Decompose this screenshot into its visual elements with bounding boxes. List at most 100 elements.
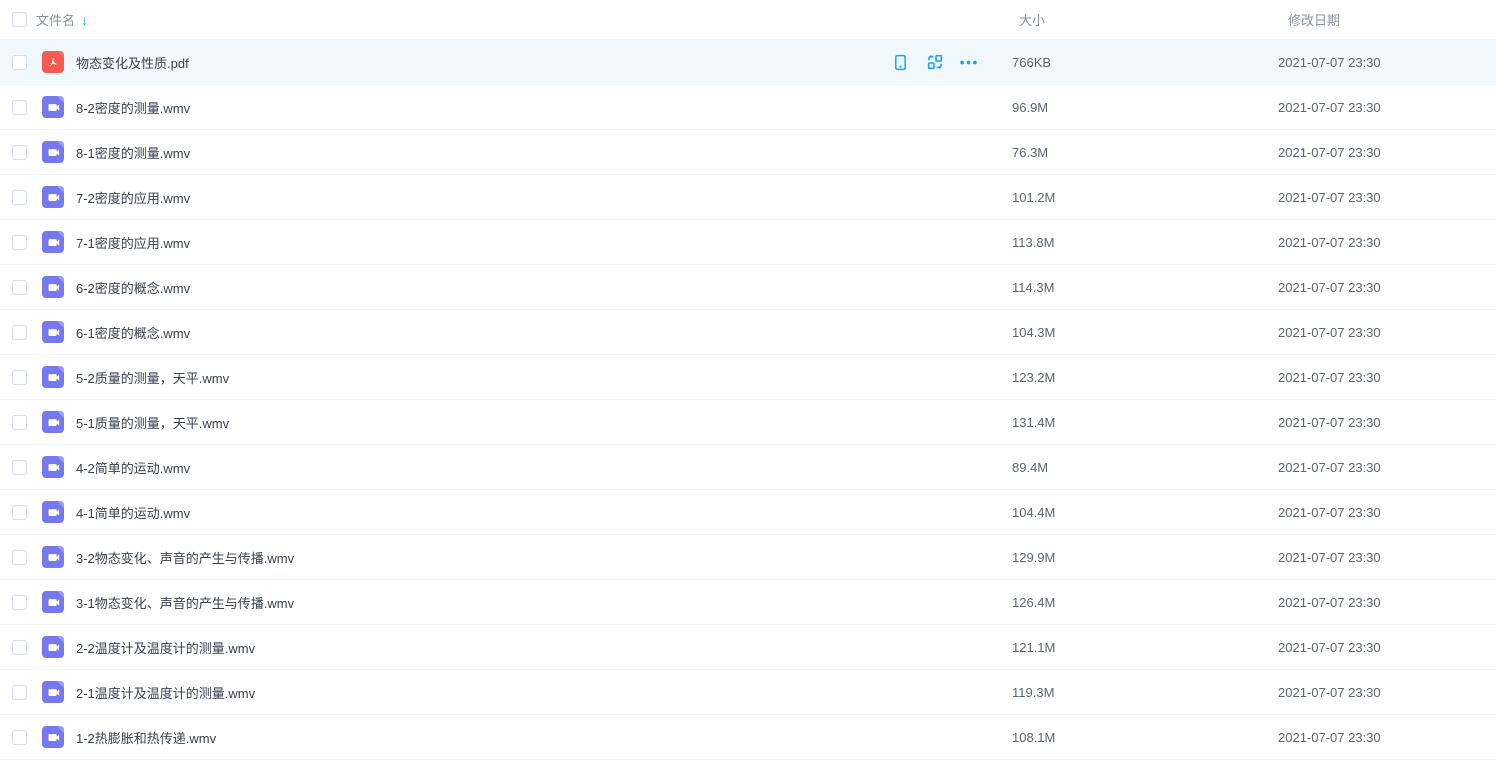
row-checkbox[interactable] [12,550,27,565]
icon-fold-corner [57,681,64,688]
table-row[interactable]: 6-2密度的概念.wmv 114.3M 2021-07-07 23:30 [0,265,1496,310]
file-name[interactable]: 3-2物态变化、声音的产生与传播.wmv [76,548,294,567]
row-checkbox[interactable] [12,595,27,610]
file-name[interactable]: 8-1密度的测量.wmv [76,143,190,162]
file-date: 2021-07-07 23:30 [1275,100,1496,115]
table-row[interactable]: 物态变化及性质.pdf [0,40,1496,85]
video-file-icon [42,231,64,253]
video-file-icon [42,141,64,163]
table-row[interactable]: 5-1质量的测量，天平.wmv 131.4M 2021-07-07 23:30 [0,400,1496,445]
file-name[interactable]: 5-2质量的测量，天平.wmv [76,368,229,387]
transfer-icon[interactable] [926,54,943,71]
file-size: 89.4M [1006,460,1275,475]
row-checkbox[interactable] [12,55,27,70]
row-checkbox[interactable] [12,685,27,700]
row-checkbox[interactable] [12,370,27,385]
row-checkbox[interactable] [12,235,27,250]
table-row[interactable]: 7-2密度的应用.wmv 101.2M 2021-07-07 23:30 [0,175,1496,220]
row-checkbox[interactable] [12,415,27,430]
video-file-icon [42,726,64,748]
file-date: 2021-07-07 23:30 [1275,145,1496,160]
row-checkbox[interactable] [12,145,27,160]
table-row[interactable]: 8-2密度的测量.wmv 96.9M 2021-07-07 23:30 [0,85,1496,130]
select-all-checkbox[interactable] [12,12,27,27]
file-size: 121.1M [1006,640,1275,655]
file-name[interactable]: 6-2密度的概念.wmv [76,278,190,297]
table-row[interactable]: 3-2物态变化、声音的产生与传播.wmv 129.9M 2021-07-07 2… [0,535,1496,580]
table-row[interactable]: 4-2简单的运动.wmv 89.4M 2021-07-07 23:30 [0,445,1496,490]
file-list: 物态变化及性质.pdf [0,40,1496,760]
phone-icon[interactable] [892,54,909,71]
icon-fold-corner [57,231,64,238]
icon-fold-corner [57,321,64,328]
file-date: 2021-07-07 23:30 [1275,55,1496,70]
file-name[interactable]: 物态变化及性质.pdf [76,53,189,72]
video-file-icon [42,411,64,433]
table-row[interactable]: 5-2质量的测量，天平.wmv 123.2M 2021-07-07 23:30 [0,355,1496,400]
video-file-icon [42,546,64,568]
table-row[interactable]: 8-1密度的测量.wmv 76.3M 2021-07-07 23:30 [0,130,1496,175]
sort-descending-icon[interactable]: ↓ [81,12,88,28]
video-file-icon [42,366,64,388]
icon-fold-corner [57,411,64,418]
table-row[interactable]: 2-2温度计及温度计的测量.wmv 121.1M 2021-07-07 23:3… [0,625,1496,670]
table-row[interactable]: 1-2热膨胀和热传递.wmv 108.1M 2021-07-07 23:30 [0,715,1496,760]
file-name[interactable]: 5-1质量的测量，天平.wmv [76,413,229,432]
row-checkbox[interactable] [12,505,27,520]
icon-fold-corner [57,51,64,58]
table-row[interactable]: 3-1物态变化、声音的产生与传播.wmv 126.4M 2021-07-07 2… [0,580,1496,625]
row-checkbox[interactable] [12,730,27,745]
file-name[interactable]: 2-2温度计及温度计的测量.wmv [76,638,255,657]
file-size: 766KB [1006,55,1275,70]
file-name[interactable]: 6-1密度的概念.wmv [76,323,190,342]
table-row[interactable]: 7-1密度的应用.wmv 113.8M 2021-07-07 23:30 [0,220,1496,265]
file-date: 2021-07-07 23:30 [1275,325,1496,340]
column-header-date[interactable]: 修改日期 [1275,10,1496,29]
row-checkbox[interactable] [12,190,27,205]
row-checkbox[interactable] [12,460,27,475]
file-name[interactable]: 3-1物态变化、声音的产生与传播.wmv [76,593,294,612]
pdf-file-icon [42,51,64,73]
icon-fold-corner [57,276,64,283]
file-name[interactable]: 4-2简单的运动.wmv [76,458,190,477]
file-name[interactable]: 7-1密度的应用.wmv [76,233,190,252]
table-row[interactable]: 2-1温度计及温度计的测量.wmv 119.3M 2021-07-07 23:3… [0,670,1496,715]
icon-fold-corner [57,726,64,733]
icon-fold-corner [57,366,64,373]
video-file-icon [42,321,64,343]
video-file-icon [42,186,64,208]
file-name[interactable]: 1-2热膨胀和热传递.wmv [76,728,216,747]
row-checkbox[interactable] [12,325,27,340]
file-size: 126.4M [1006,595,1275,610]
icon-fold-corner [57,591,64,598]
row-checkbox[interactable] [12,640,27,655]
file-size: 123.2M [1006,370,1275,385]
more-dots-icon[interactable] [960,54,977,71]
file-date: 2021-07-07 23:30 [1275,280,1496,295]
file-name[interactable]: 2-1温度计及温度计的测量.wmv [76,683,255,702]
column-header-filename[interactable]: 文件名 [36,10,75,29]
file-size: 76.3M [1006,145,1275,160]
file-size: 101.2M [1006,190,1275,205]
file-size: 129.9M [1006,550,1275,565]
file-name[interactable]: 7-2密度的应用.wmv [76,188,190,207]
row-checkbox[interactable] [12,100,27,115]
file-date: 2021-07-07 23:30 [1275,505,1496,520]
video-file-icon [42,501,64,523]
table-row[interactable]: 4-1简单的运动.wmv 104.4M 2021-07-07 23:30 [0,490,1496,535]
file-name[interactable]: 8-2密度的测量.wmv [76,98,190,117]
video-file-icon [42,636,64,658]
icon-fold-corner [57,636,64,643]
column-header-size[interactable]: 大小 [1006,10,1275,29]
icon-fold-corner [57,186,64,193]
icon-fold-corner [57,456,64,463]
file-size: 108.1M [1006,730,1275,745]
file-size: 96.9M [1006,100,1275,115]
table-row[interactable]: 6-1密度的概念.wmv 104.3M 2021-07-07 23:30 [0,310,1496,355]
table-header: 文件名 ↓ 大小 修改日期 [0,0,1496,40]
file-size: 131.4M [1006,415,1275,430]
video-file-icon [42,276,64,298]
icon-fold-corner [57,141,64,148]
file-name[interactable]: 4-1简单的运动.wmv [76,503,190,522]
row-checkbox[interactable] [12,280,27,295]
